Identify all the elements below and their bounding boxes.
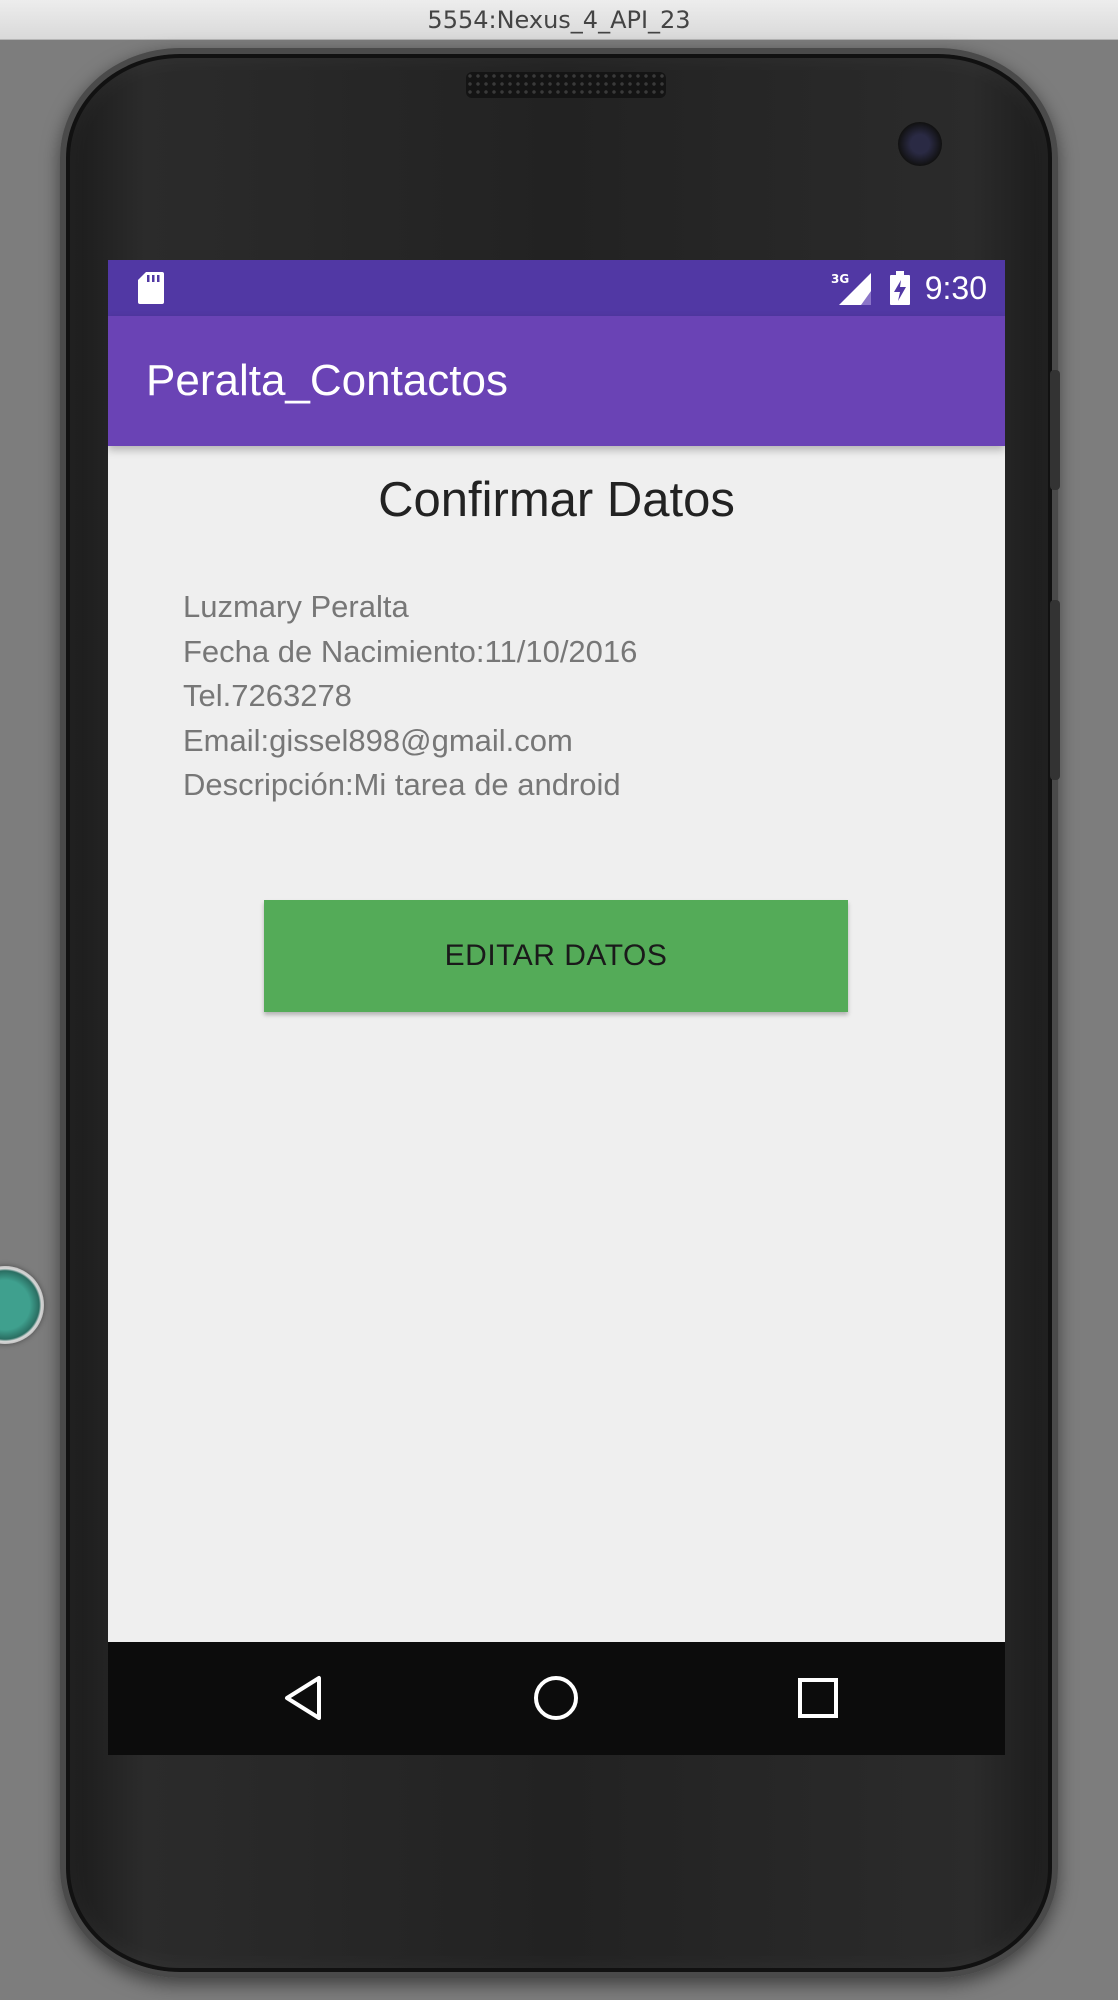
app-toolbar: Peralta_Contactos bbox=[108, 316, 1005, 446]
navigation-bar bbox=[108, 1642, 1005, 1755]
home-icon[interactable] bbox=[526, 1668, 586, 1728]
back-icon[interactable] bbox=[273, 1668, 333, 1728]
earpiece-speaker bbox=[466, 72, 666, 98]
status-time: 9:30 bbox=[924, 269, 987, 306]
volume-button[interactable] bbox=[1050, 600, 1060, 780]
battery-charging-icon bbox=[889, 271, 910, 305]
page-title: Confirmar Datos bbox=[378, 473, 735, 527]
app-title: Peralta_Contactos bbox=[146, 356, 508, 405]
sd-card-icon bbox=[138, 272, 164, 304]
status-bar: 3G 9:30 bbox=[108, 260, 1005, 316]
power-button[interactable] bbox=[1050, 370, 1060, 490]
network-type-label: 3G bbox=[831, 272, 849, 286]
contact-name: Luzmary Peralta bbox=[183, 589, 409, 624]
contact-phone: Tel.7263278 bbox=[183, 678, 352, 713]
contact-email: Email:gissel898@gmail.com bbox=[183, 722, 573, 758]
front-camera bbox=[898, 122, 942, 166]
emulator-window-title: 5554:Nexus_4_API_23 bbox=[0, 0, 1118, 40]
edit-data-button[interactable]: EDITAR DATOS bbox=[264, 900, 848, 1012]
contact-details: Luzmary Peralta Fecha de Nacimiento:11/1… bbox=[183, 585, 637, 808]
contact-birthdate: Fecha de Nacimiento:11/10/2016 bbox=[183, 633, 638, 669]
recents-icon[interactable] bbox=[788, 1668, 848, 1728]
signal-3g-icon: 3G bbox=[831, 272, 871, 305]
device-screen: 3G 9:30 Peralta_Contactos Confirmar Dato… bbox=[108, 260, 1005, 1755]
emulator-floating-handle[interactable] bbox=[0, 1266, 44, 1344]
contact-description: Descripción:Mi tarea de android bbox=[183, 767, 621, 802]
